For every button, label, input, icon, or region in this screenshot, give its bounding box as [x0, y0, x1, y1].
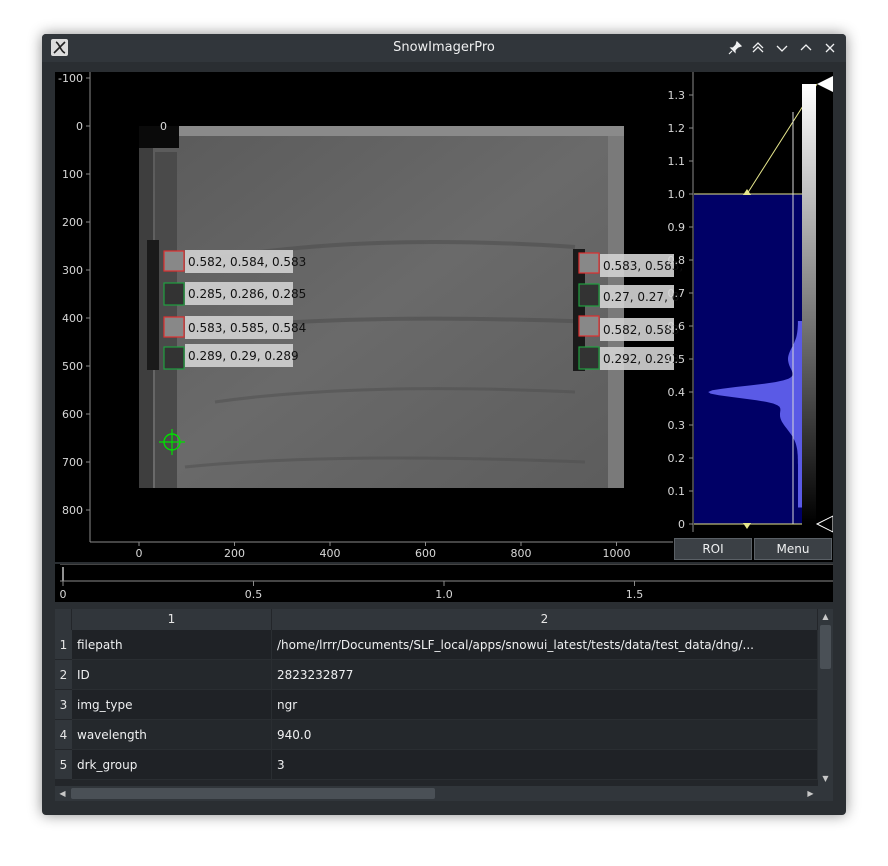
- histogram-panel[interactable]: 1.3 1.2 1.1 1.0 0.9 0.8 0.7 0.6 0.5 0.4 0.3 0.2 0.1 0: [668, 72, 834, 533]
- y-axis-tick-label: 300: [62, 264, 83, 277]
- timeline-tick-label: 0.5: [245, 588, 263, 601]
- x-axis-tick-label: 200: [224, 547, 245, 560]
- row-number[interactable]: 5: [55, 750, 72, 780]
- titlebar: SnowImagerPro: [42, 34, 846, 62]
- table-header: 1 2: [55, 609, 818, 630]
- table-row[interactable]: 5 drk_group 3: [55, 750, 818, 780]
- y-axis-tick-label: 600: [62, 408, 83, 421]
- histogram-tick-label: 0.6: [668, 320, 686, 333]
- y-axis-tick-label: 0: [76, 120, 83, 133]
- horizontal-scrollbar[interactable]: ◀ ▶: [55, 786, 818, 801]
- lut-max-handle[interactable]: [817, 76, 833, 92]
- vertical-scrollbar[interactable]: ▲ ▼: [818, 609, 833, 801]
- cell-value[interactable]: 2823232877: [272, 660, 818, 690]
- menu-button[interactable]: Menu: [754, 538, 832, 560]
- cell-key[interactable]: wavelength: [72, 720, 272, 750]
- histogram-tick-label: 0.1: [668, 485, 686, 498]
- roi-button[interactable]: ROI: [674, 538, 752, 560]
- image-corner-label: 0: [160, 120, 167, 133]
- close-icon[interactable]: [821, 39, 839, 57]
- histogram-tick-label: 1.2: [668, 122, 686, 135]
- lut-min-handle[interactable]: [815, 515, 833, 533]
- row-number[interactable]: 2: [55, 660, 72, 690]
- y-axis-tick-label: 100: [62, 168, 83, 181]
- scroll-down-icon[interactable]: ▼: [818, 771, 833, 786]
- y-axis-tick-label: -100: [58, 72, 83, 85]
- x-axis-tick-label: 400: [320, 547, 341, 560]
- x-axis-tick-label: 800: [511, 547, 532, 560]
- scroll-left-icon[interactable]: ◀: [55, 786, 70, 801]
- lut-gradient[interactable]: [802, 84, 816, 524]
- histogram-transfer-line: [694, 83, 818, 195]
- timeline-slider[interactable]: 0 0.5 1.0 1.5: [55, 563, 833, 602]
- histogram-tick-label: 0.8: [668, 254, 686, 267]
- x-axis-tick-label: 600: [415, 547, 436, 560]
- roi-value-label: 0.289, 0.29, 0.289: [188, 349, 299, 363]
- table-row[interactable]: 4 wavelength 940.0: [55, 720, 818, 750]
- cell-value[interactable]: /home/lrrr/Documents/SLF_local/apps/snow…: [272, 630, 818, 660]
- histogram-tick-label: 1.3: [668, 89, 686, 102]
- x-axis-tick-label: 0: [136, 547, 143, 560]
- snow-image[interactable]: [139, 126, 624, 488]
- histogram-tick-label: 1.1: [668, 155, 686, 168]
- y-axis-tick-label: 200: [62, 216, 83, 229]
- column-header-2[interactable]: 2: [272, 609, 818, 630]
- histogram-tick-label: 0.3: [668, 419, 686, 432]
- y-axis-tick-label: 400: [62, 312, 83, 325]
- table-row[interactable]: 3 img_type ngr: [55, 690, 818, 720]
- table-row[interactable]: 2 ID 2823232877: [55, 660, 818, 690]
- y-axis-tick-label: 800: [62, 504, 83, 517]
- cell-value[interactable]: 940.0: [272, 720, 818, 750]
- level-min-handle[interactable]: [743, 523, 751, 529]
- roi-value-label: 0.285, 0.286, 0.285: [188, 287, 306, 301]
- row-number[interactable]: 1: [55, 630, 72, 660]
- timeline-tick-label: 1.0: [435, 588, 453, 601]
- pin-icon[interactable]: [726, 39, 744, 57]
- histogram-tick-label: 0.9: [668, 221, 686, 234]
- x-axis-tick-label: 1000: [603, 547, 631, 560]
- histogram-tick-label: 0: [678, 518, 685, 531]
- vertical-scroll-thumb[interactable]: [820, 625, 831, 669]
- histogram-tick-label: 0.7: [668, 287, 686, 300]
- histogram-tick-label: 0.4: [668, 386, 686, 399]
- minimize-icon[interactable]: [773, 39, 791, 57]
- cell-key[interactable]: filepath: [72, 630, 272, 660]
- image-viewer[interactable]: -100 0 100 200 300 400 500 600 700 800 0 200 400 600…: [55, 72, 833, 562]
- roi-value-label: 0.583, 0.585, 0.584: [188, 321, 306, 335]
- histogram-level-region[interactable]: [694, 194, 802, 524]
- header-corner: [55, 609, 72, 630]
- cell-key[interactable]: ID: [72, 660, 272, 690]
- cell-key[interactable]: img_type: [72, 690, 272, 720]
- y-axis-tick-label: 500: [62, 360, 83, 373]
- scroll-right-icon[interactable]: ▶: [803, 786, 818, 801]
- keep-above-icon[interactable]: [749, 39, 767, 57]
- main-window: SnowImagerPro -100 0 100 200 300 400 500…: [42, 34, 846, 815]
- column-header-1[interactable]: 1: [72, 609, 272, 630]
- table-row[interactable]: 1 filepath /home/lrrr/Documents/SLF_loca…: [55, 630, 818, 660]
- maximize-icon[interactable]: [797, 39, 815, 57]
- timeline-tick-label: 1.5: [626, 588, 644, 601]
- metadata-table: 1 2 1 filepath /home/lrrr/Documents/SLF_…: [55, 609, 833, 801]
- row-number[interactable]: 4: [55, 720, 72, 750]
- histogram-tick-label: 1.0: [668, 188, 686, 201]
- y-axis-tick-label: 700: [62, 456, 83, 469]
- cell-key[interactable]: drk_group: [72, 750, 272, 780]
- cell-value[interactable]: ngr: [272, 690, 818, 720]
- scroll-up-icon[interactable]: ▲: [818, 609, 833, 624]
- roi-value-label: 0.582, 0.584, 0.583: [188, 255, 306, 269]
- timeline-tick-label: 0: [60, 588, 67, 601]
- horizontal-scroll-thumb[interactable]: [71, 788, 435, 799]
- histogram-tick-label: 0.5: [668, 353, 686, 366]
- row-number[interactable]: 3: [55, 690, 72, 720]
- histogram-tick-label: 0.2: [668, 452, 686, 465]
- cell-value[interactable]: 3: [272, 750, 818, 780]
